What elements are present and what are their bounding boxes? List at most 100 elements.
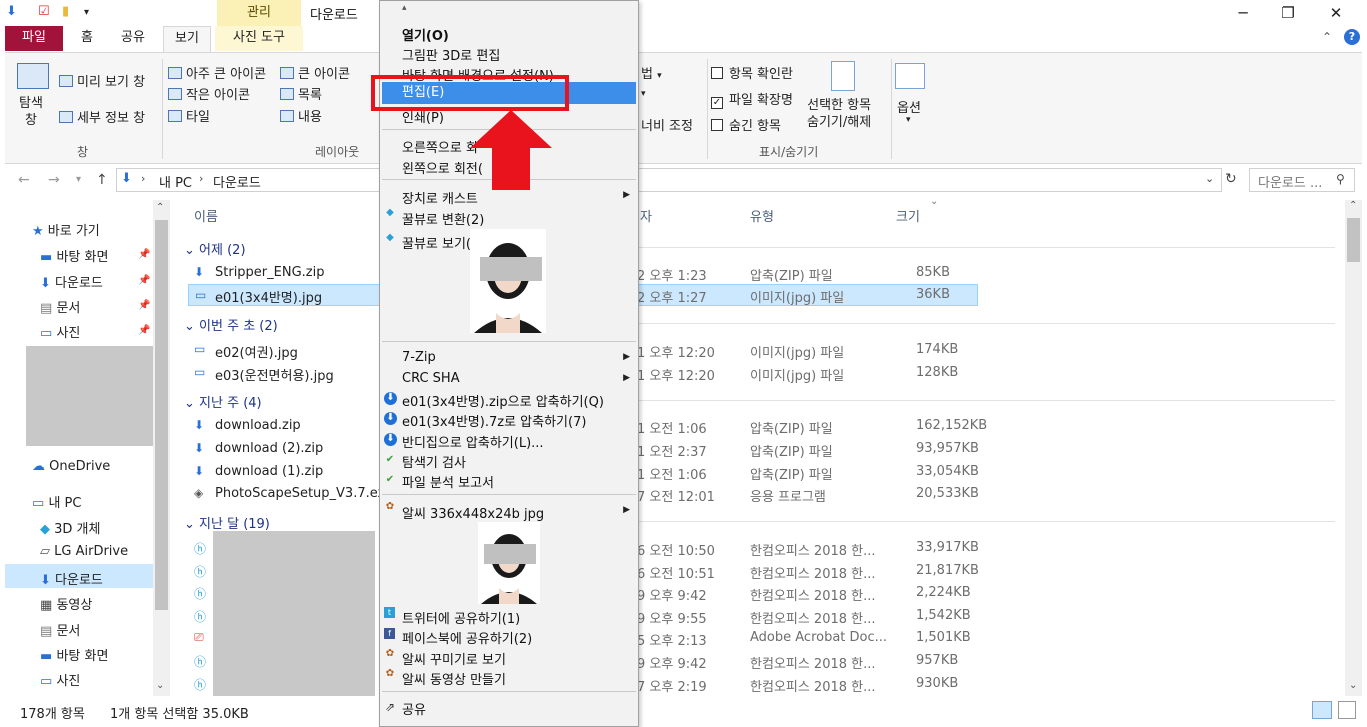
chevron-down-icon[interactable]: ▾ [906,115,911,125]
layout-list[interactable]: 목록 [280,84,322,103]
menu-alsee-video[interactable]: 알씨 동영상 만들기 [402,669,506,688]
nav-scrollbar[interactable]: ⌃ ⌄ [153,200,170,696]
hide-selected-button[interactable]: 선택한 항목 숨기기/해제 [807,97,871,131]
close-button[interactable]: ✕ [1313,2,1359,24]
sort-button[interactable]: 법 ▾ [641,63,662,82]
quick-access-dropdown-icon[interactable]: ▾ [84,7,89,18]
menu-file-report[interactable]: 파일 분석 보고서 [402,472,494,491]
scroll-up-icon[interactable]: ⌃ [156,202,164,213]
menu-rotate-right[interactable]: 오른쪽으로 회 [402,137,478,156]
scroll-down-icon[interactable]: ⌄ [1349,680,1357,691]
menu-share-twitter[interactable]: 트위터에 공유하기(1) [402,608,520,627]
menu-alsee[interactable]: 알씨 336x448x24b jpg [402,503,544,522]
pin-icon[interactable]: 📌 [138,300,150,311]
menu-open[interactable]: 열기(O) [402,25,449,44]
nav-videos[interactable]: ▦ 동영상 [40,594,92,613]
pin-icon[interactable]: 📌 [138,275,150,286]
layout-content[interactable]: 내용 [280,106,322,125]
checkbox-icon[interactable]: ☑ [38,4,50,19]
layout-small-icons[interactable]: 작은 아이콘 [168,84,250,103]
menu-explorer-scan[interactable]: 탐색기 검사 [402,452,466,471]
scroll-up-icon[interactable]: ▴ [402,3,407,13]
nav-downloads[interactable]: ⬇ 다운로드 [40,272,103,291]
group-by-dropdown-icon[interactable]: ▾ [641,89,646,99]
nav-lg-airdrive[interactable]: ▱ LG AirDrive [40,544,128,559]
menu-alsee-decorate[interactable]: 알씨 꾸미기로 보기 [402,649,506,668]
column-size[interactable]: 크기 [896,206,920,225]
address-bar[interactable]: ⬇ › 내 PC › 다운로드 ⌄ [116,168,1222,192]
menu-zip-7z[interactable]: e01(3x4반명).7z로 압축하기(7) [402,411,586,430]
refresh-icon[interactable]: ↻ [1225,171,1237,187]
group-yesterday[interactable]: ⌄ 어제 (2) [184,239,246,258]
group-last-week[interactable]: ⌄ 지난 주 (4) [184,392,262,411]
nav-documents-pc[interactable]: ▤ 문서 [40,620,80,639]
nav-3d-objects[interactable]: ◆ 3D 개체 [40,518,100,537]
large-icons-view-icon[interactable] [1338,701,1356,719]
details-pane-button[interactable]: 세부 정보 창 [59,107,145,126]
menu-bandizip[interactable]: 반디집으로 압축하기(L)... [402,432,544,451]
manage-context-tab[interactable]: 관리 [217,0,301,26]
large-icons-icon [280,67,294,79]
details-view-icon[interactable] [1312,701,1332,719]
breadcrumb-downloads[interactable]: 다운로드 [213,172,261,191]
item-checkboxes-toggle[interactable]: 항목 확인란 [711,63,793,82]
nav-quick-access[interactable]: ★ 바로 가기 [32,220,100,239]
down-arrow-icon[interactable]: ⬇ [6,4,17,19]
nav-downloads-pc[interactable]: ⬇ 다운로드 [40,569,103,588]
forward-arrow-icon[interactable]: → [48,172,60,188]
menu-honeyview-convert[interactable]: 꿀뷰로 변환(2) [402,209,484,228]
menu-paint3d[interactable]: 그림판 3D로 편집 [402,45,500,64]
help-icon[interactable]: ? [1344,29,1360,45]
group-this-week[interactable]: ⌄ 이번 주 초 (2) [184,315,278,334]
pin-icon[interactable]: 📌 [138,325,150,336]
menu-7zip[interactable]: 7-Zip [402,350,436,365]
navigation-pane-button[interactable]: 탐색 창 [19,95,43,129]
tab-home[interactable]: 홈 [70,26,104,51]
layout-large-icons[interactable]: 큰 아이콘 [280,63,350,82]
chevron-down-icon[interactable]: ⌄ [1205,172,1214,185]
tab-file[interactable]: 파일 [5,26,63,51]
column-type[interactable]: 유형 [750,206,774,225]
breadcrumb-my-pc[interactable]: 내 PC [159,172,192,191]
up-arrow-icon[interactable]: ↑ [96,172,108,188]
navigation-pane-icon[interactable] [17,63,49,89]
nav-desktop-pc[interactable]: ▬ 바탕 화면 [40,645,108,664]
nav-scroll-thumb[interactable] [155,220,168,610]
nav-pictures-pc[interactable]: ▭ 사진 [40,670,80,689]
nav-documents[interactable]: ▤ 문서 [40,297,80,316]
group-last-month[interactable]: ⌄ 지난 달 (19) [184,513,270,532]
size-columns-button[interactable]: 너비 조정 [641,115,693,134]
tab-picture-tools[interactable]: 사진 도구 [215,26,303,51]
collapse-ribbon-icon[interactable]: ⌃ [1322,30,1332,44]
scroll-up-icon[interactable]: ⌃ [1349,200,1357,211]
menu-cast[interactable]: 장치로 캐스트 [402,188,478,207]
maximize-button[interactable]: ❐ [1265,2,1311,24]
nav-onedrive[interactable]: ☁ OneDrive [32,459,110,474]
layout-tiles[interactable]: 타일 [168,106,210,125]
tab-share[interactable]: 공유 [113,26,153,51]
recent-locations-icon[interactable]: ▾ [76,174,81,185]
column-date[interactable]: 자 [640,206,652,225]
options-button[interactable]: 옵션 [897,97,921,116]
file-list-scrollbar[interactable] [1345,200,1362,696]
hidden-items-toggle[interactable]: 숨긴 항목 [711,115,781,134]
preview-pane-button[interactable]: 미리 보기 창 [59,71,145,90]
layout-extra-large-icons[interactable]: 아주 큰 아이콘 [168,63,266,82]
file-list-scroll-thumb[interactable] [1347,218,1360,262]
menu-zip-bandizip[interactable]: e01(3x4반명).zip으로 압축하기(Q) [402,391,604,410]
nav-desktop[interactable]: ▬ 바탕 화면 [40,246,108,265]
menu-crc-sha[interactable]: CRC SHA [402,371,460,386]
nav-my-pc[interactable]: ▭ 내 PC [32,492,81,511]
column-name[interactable]: 이름 [194,206,218,225]
file-extensions-toggle[interactable]: ✓ 파일 확장명 [711,89,793,109]
menu-share-facebook[interactable]: 페이스북에 공유하기(2) [402,628,532,647]
file-type: 한컴오피스 2018 한... [750,657,876,672]
folder-icon[interactable]: ▮ [62,4,69,19]
back-arrow-icon[interactable]: ← [18,172,30,188]
tab-view[interactable]: 보기 [163,26,211,53]
pin-icon[interactable]: 📌 [138,249,150,260]
menu-share[interactable]: 공유 [402,699,426,718]
scroll-down-icon[interactable]: ⌄ [156,680,164,691]
nav-pictures[interactable]: ▭ 사진 [40,322,80,341]
minimize-button[interactable]: ─ [1220,2,1266,24]
